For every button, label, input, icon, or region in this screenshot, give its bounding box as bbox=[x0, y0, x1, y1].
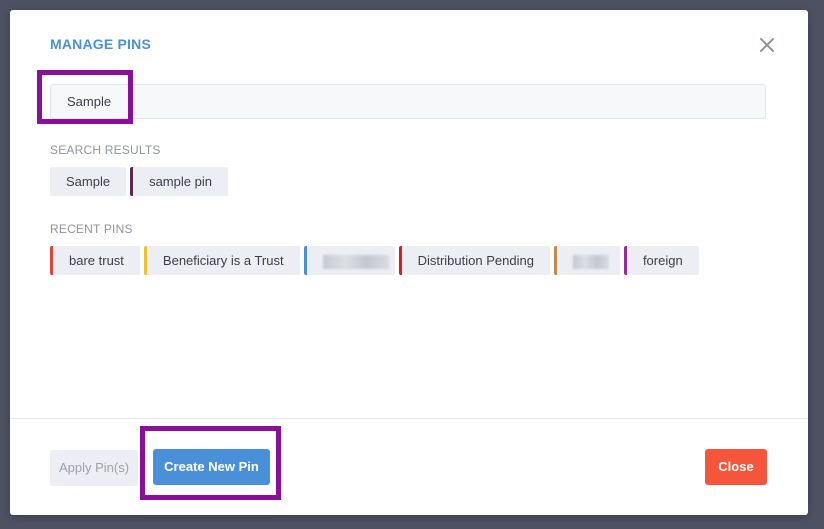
pin-label: Distribution Pending bbox=[417, 253, 534, 268]
pin-search-result[interactable]: Sample bbox=[50, 167, 127, 196]
close-icon[interactable] bbox=[758, 36, 776, 54]
recent-pin[interactable]: foreign bbox=[623, 246, 699, 275]
recent-pins-label: RECENT PINS bbox=[50, 222, 133, 236]
pin-label: Beneficiary is a Trust bbox=[162, 253, 284, 268]
recent-pins-list: bare trust Beneficiary is a Trust Distri… bbox=[50, 246, 699, 275]
apply-pins-button[interactable]: Apply Pin(s) bbox=[50, 450, 138, 486]
recent-pin-redacted[interactable] bbox=[303, 246, 395, 275]
recent-pin[interactable]: Distribution Pending bbox=[398, 246, 550, 275]
create-new-pin-button[interactable]: Create New Pin bbox=[153, 449, 270, 485]
footer-divider bbox=[10, 418, 808, 419]
search-results-list: Sample sample pin bbox=[50, 167, 228, 196]
modal-title: MANAGE PINS bbox=[50, 36, 151, 52]
manage-pins-modal: MANAGE PINS SEARCH RESULTS Sample sample… bbox=[10, 10, 808, 515]
close-button[interactable]: Close bbox=[705, 449, 767, 485]
pin-label: sample pin bbox=[149, 174, 212, 189]
pin-search-result[interactable]: sample pin bbox=[130, 167, 228, 196]
pin-label: Sample bbox=[66, 174, 111, 189]
recent-pin[interactable]: bare trust bbox=[50, 246, 140, 275]
redacted-label bbox=[322, 254, 389, 269]
pin-label: bare trust bbox=[69, 253, 124, 268]
pin-label: foreign bbox=[642, 253, 683, 268]
search-results-label: SEARCH RESULTS bbox=[50, 143, 161, 157]
pin-search-input[interactable] bbox=[50, 84, 766, 119]
redacted-label bbox=[572, 254, 609, 269]
recent-pin[interactable]: Beneficiary is a Trust bbox=[143, 246, 300, 275]
recent-pin-redacted[interactable] bbox=[553, 246, 620, 275]
